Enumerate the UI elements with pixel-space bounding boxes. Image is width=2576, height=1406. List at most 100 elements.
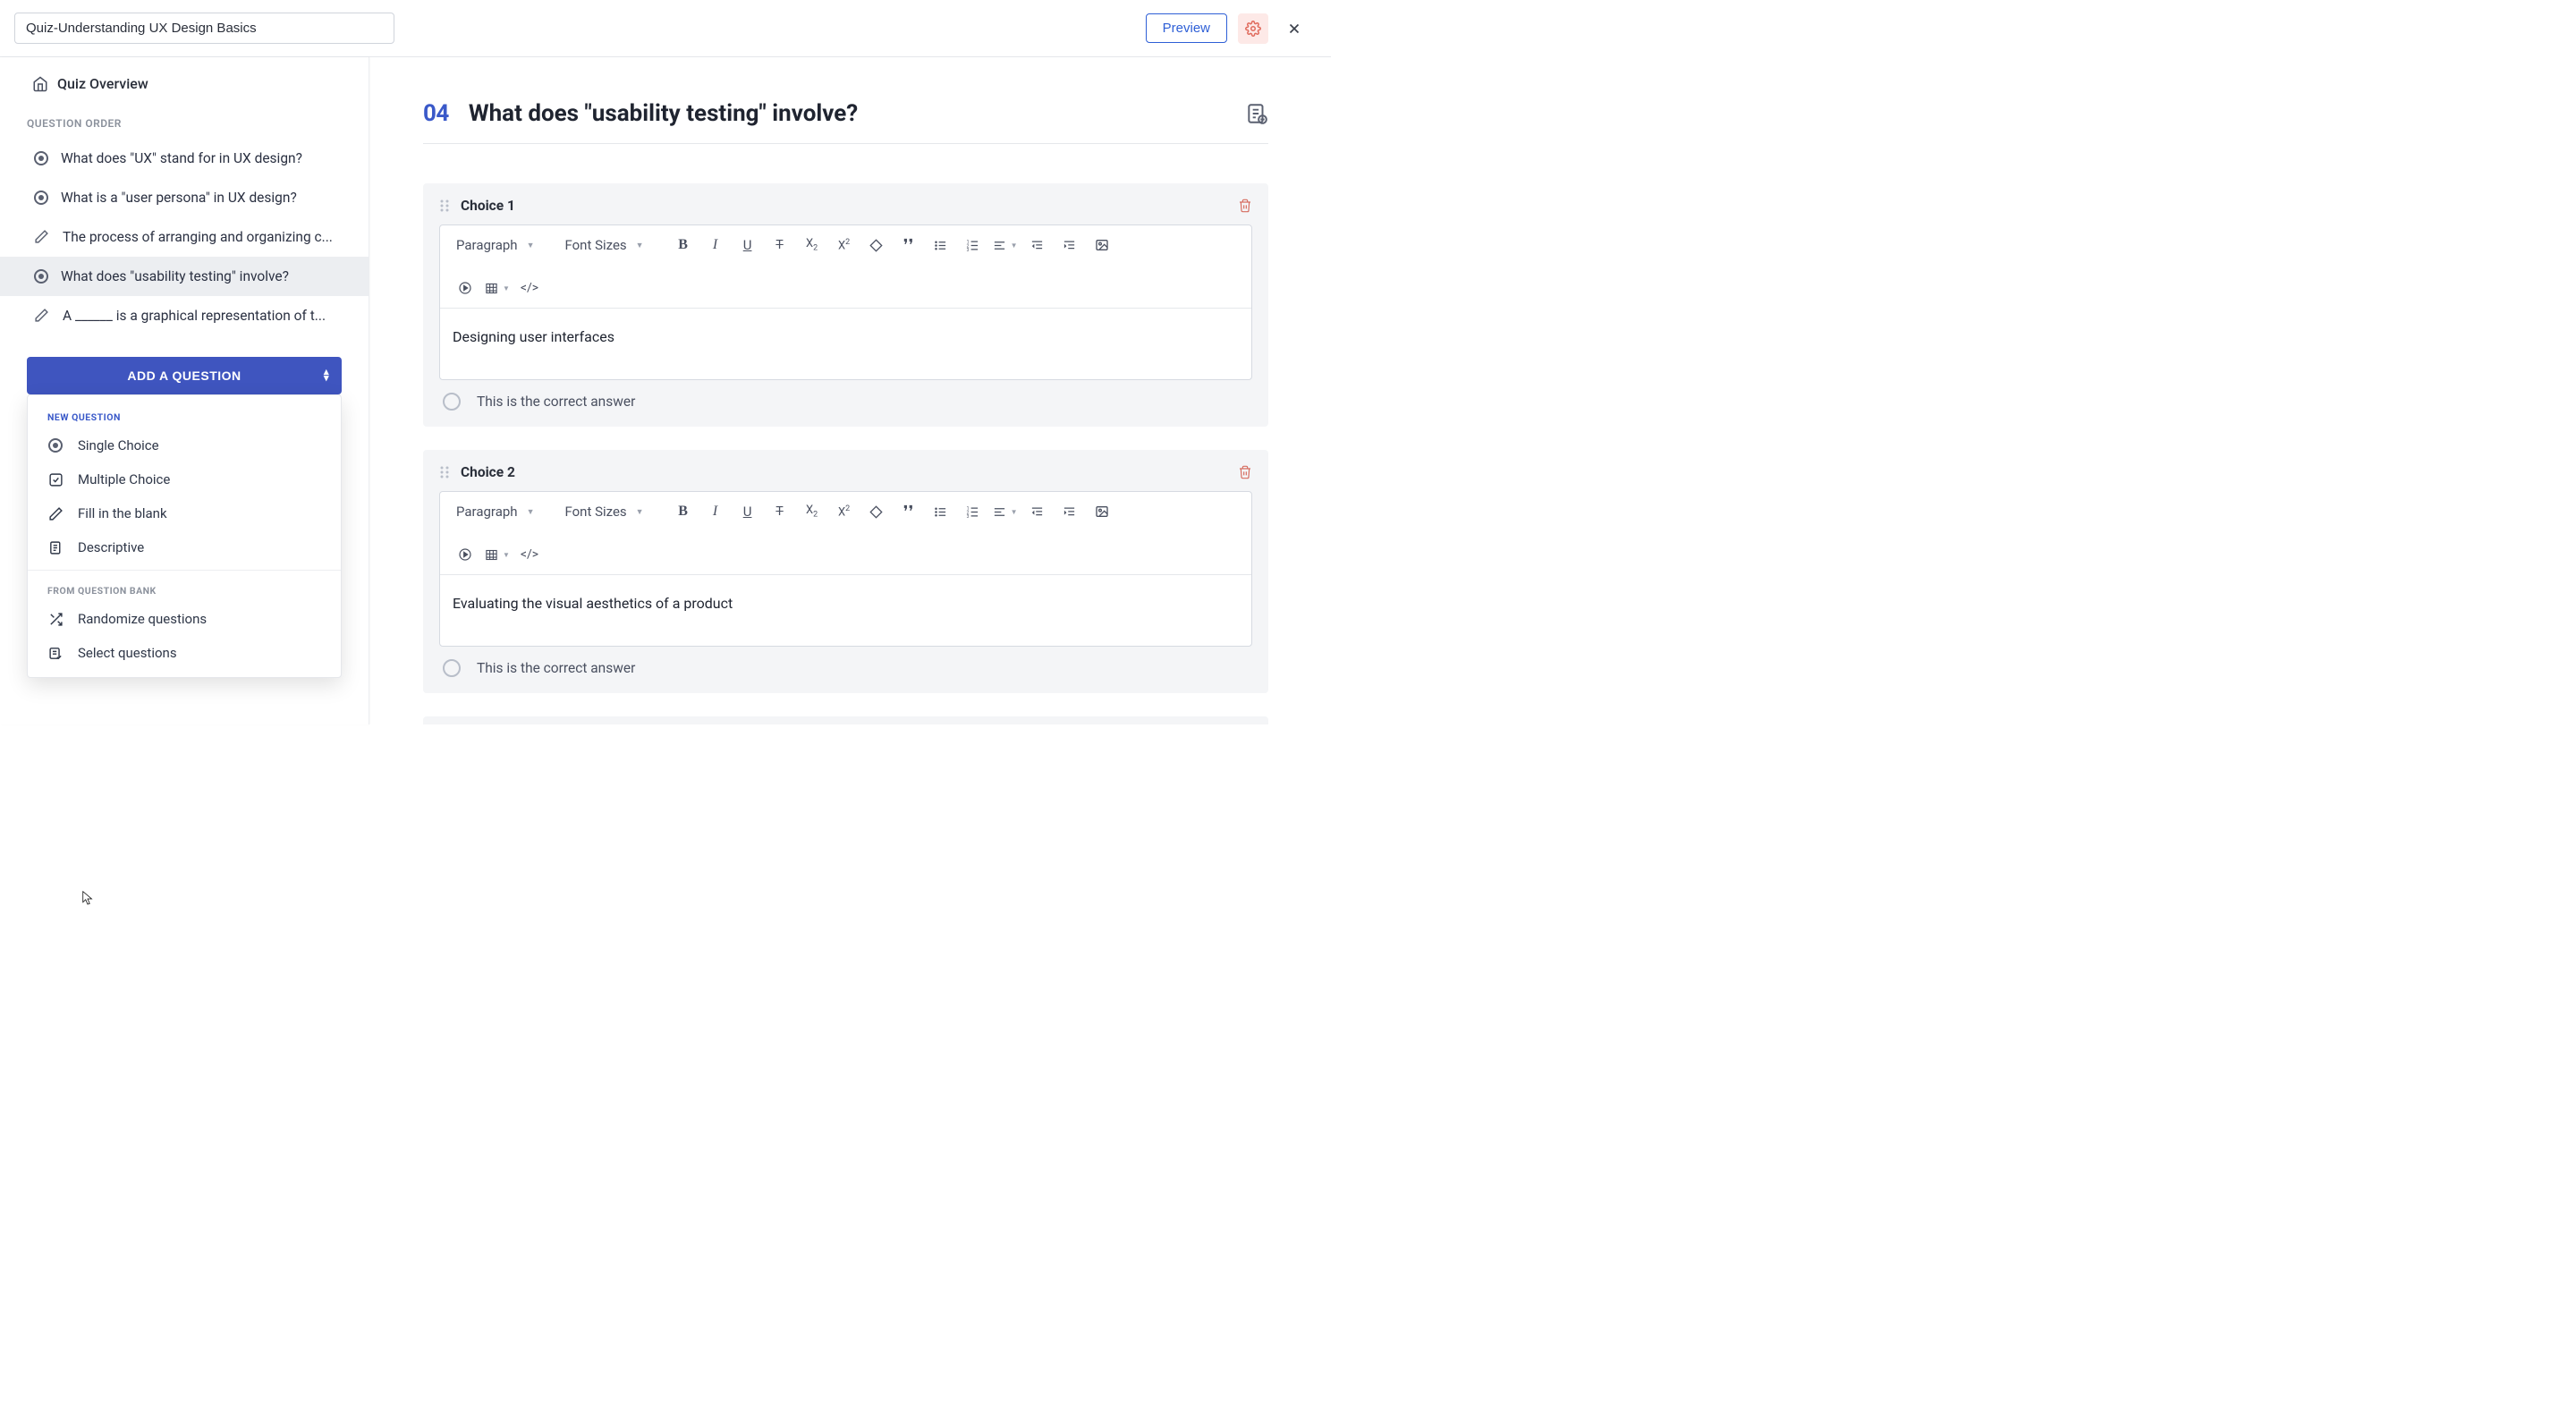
quiz-title-input[interactable] (14, 13, 394, 44)
correct-answer-radio[interactable] (443, 659, 461, 677)
radio-icon (34, 151, 48, 165)
dropdown-descriptive[interactable]: Descriptive (28, 530, 341, 564)
drag-handle-icon[interactable] (439, 465, 450, 479)
number-list-button[interactable]: 123 (959, 499, 987, 524)
editor-content[interactable]: Evaluating the visual aesthetics of a pr… (440, 575, 1251, 646)
svg-text:3: 3 (967, 247, 970, 251)
clear-format-button[interactable] (862, 233, 891, 258)
code-button[interactable]: </> (515, 275, 544, 301)
align-button[interactable]: ▼ (991, 233, 1020, 258)
italic-button[interactable]: I (701, 233, 730, 258)
home-icon (32, 76, 48, 92)
quiz-overview-link[interactable]: Quiz Overview (0, 64, 369, 103)
code-button[interactable]: </> (515, 542, 544, 567)
choice-label: Choice 2 (461, 464, 1227, 480)
question-text: What is a "user persona" in UX design? (61, 190, 351, 206)
expand-icon: ▴▾ (324, 369, 329, 382)
fontsize-select[interactable]: Font Sizes▼ (559, 233, 648, 257)
bullet-list-button[interactable] (927, 233, 955, 258)
editor-content[interactable]: Designing user interfaces (440, 309, 1251, 379)
strike-button[interactable]: T (766, 499, 794, 524)
subscript-button[interactable]: X2 (798, 233, 826, 258)
sidebar-question-4[interactable]: What does "usability testing" involve? (0, 257, 369, 296)
paragraph-select[interactable]: Paragraph▼ (451, 233, 539, 257)
superscript-button[interactable]: X2 (830, 499, 859, 524)
overview-label: Quiz Overview (57, 75, 148, 92)
sidebar-question-2[interactable]: What is a "user persona" in UX design? (0, 178, 369, 217)
dropdown-single-choice[interactable]: Single Choice (28, 428, 341, 462)
italic-button[interactable]: I (701, 499, 730, 524)
choice-editor: Paragraph▼Font Sizes▼BIUTX2X2❜❜123▼▼</>E… (439, 491, 1252, 647)
radio-icon (34, 191, 48, 205)
choice-label: Choice 1 (461, 198, 1227, 214)
gear-icon (1245, 21, 1261, 37)
strike-button[interactable]: T (766, 233, 794, 258)
outdent-button[interactable] (1023, 233, 1052, 258)
question-text: What does "UX" stand for in UX design? (61, 150, 351, 166)
outdent-button[interactable] (1023, 499, 1052, 524)
subscript-button[interactable]: X2 (798, 499, 826, 524)
question-order-label: QUESTION ORDER (0, 103, 369, 139)
image-button[interactable] (1088, 233, 1116, 258)
note-add-icon[interactable] (1245, 102, 1268, 125)
pencil-icon (34, 308, 50, 324)
editor-toolbar: Paragraph▼Font Sizes▼BIUTX2X2❜❜123▼▼</> (440, 225, 1251, 309)
superscript-button[interactable]: X2 (830, 233, 859, 258)
radio-icon (34, 269, 48, 284)
add-question-button[interactable]: ADD A QUESTION ▴▾ (27, 357, 342, 394)
blockquote-button[interactable]: ❜❜ (894, 233, 923, 258)
preview-button[interactable]: Preview (1146, 13, 1227, 43)
settings-button[interactable] (1238, 13, 1268, 44)
question-text: A ______ is a graphical representation o… (63, 308, 351, 324)
align-button[interactable]: ▼ (991, 499, 1020, 524)
fontsize-select[interactable]: Font Sizes▼ (559, 500, 648, 523)
dropdown-multiple-choice[interactable]: Multiple Choice (28, 462, 341, 496)
close-button[interactable] (1279, 13, 1309, 44)
editor-toolbar: Paragraph▼Font Sizes▼BIUTX2X2❜❜123▼▼</> (440, 492, 1251, 575)
question-title: What does "usability testing" involve? (469, 100, 1225, 127)
question-text: What does "usability testing" involve? (61, 268, 351, 284)
number-list-button[interactable]: 123 (959, 233, 987, 258)
dropdown-select-questions[interactable]: Select questions (28, 636, 341, 670)
question-number: 04 (423, 100, 449, 127)
dropdown-separator (28, 570, 341, 571)
indent-button[interactable] (1055, 233, 1084, 258)
app-header: Preview (0, 0, 1331, 57)
image-button[interactable] (1088, 499, 1116, 524)
drag-handle-icon[interactable] (439, 199, 450, 213)
svg-text:3: 3 (967, 513, 970, 518)
add-question-dropdown: NEW QUESTION Single ChoiceMultiple Choic… (27, 394, 342, 678)
table-button[interactable]: ▼ (483, 275, 512, 301)
delete-choice-button[interactable] (1238, 464, 1252, 480)
choice-card-1: Choice 1Paragraph▼Font Sizes▼BIUTX2X2❜❜1… (423, 183, 1268, 427)
underline-button[interactable]: U (733, 233, 762, 258)
blockquote-button[interactable]: ❜❜ (894, 499, 923, 524)
video-button[interactable] (451, 542, 479, 567)
radio-icon (47, 437, 64, 453)
delete-choice-button[interactable] (1238, 198, 1252, 214)
video-button[interactable] (451, 275, 479, 301)
dropdown-new-label: NEW QUESTION (28, 402, 341, 428)
shuffle-icon (47, 611, 64, 627)
paragraph-select[interactable]: Paragraph▼ (451, 500, 539, 523)
sidebar-question-1[interactable]: What does "UX" stand for in UX design? (0, 139, 369, 178)
dropdown-randomize-questions[interactable]: Randomize questions (28, 602, 341, 636)
clear-format-button[interactable] (862, 499, 891, 524)
underline-button[interactable]: U (733, 499, 762, 524)
dropdown-bank-label: FROM QUESTION BANK (28, 576, 341, 602)
indent-button[interactable] (1055, 499, 1084, 524)
correct-answer-radio[interactable] (443, 393, 461, 411)
dropdown-fill-in-the-blank[interactable]: Fill in the blank (28, 496, 341, 530)
bullet-list-button[interactable] (927, 499, 955, 524)
descriptive-icon (47, 539, 64, 555)
pencil-icon (47, 505, 64, 521)
sidebar-question-5[interactable]: A ______ is a graphical representation o… (0, 296, 369, 335)
table-button[interactable]: ▼ (483, 542, 512, 567)
choice-editor: Paragraph▼Font Sizes▼BIUTX2X2❜❜123▼▼</>D… (439, 224, 1252, 380)
choice-card-3: Choice 3 (423, 716, 1268, 724)
correct-answer-label: This is the correct answer (477, 660, 635, 676)
sidebar-question-3[interactable]: The process of arranging and organizing … (0, 217, 369, 257)
bold-button[interactable]: B (669, 233, 698, 258)
bold-button[interactable]: B (669, 499, 698, 524)
choice-card-2: Choice 2Paragraph▼Font Sizes▼BIUTX2X2❜❜1… (423, 450, 1268, 693)
